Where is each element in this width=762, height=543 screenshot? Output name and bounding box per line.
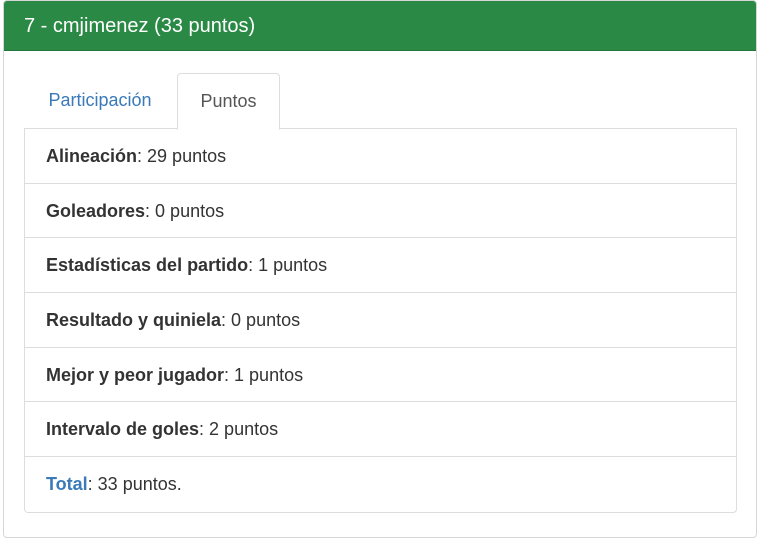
list-item-value: : 1 puntos bbox=[248, 255, 328, 276]
list-item-mejor-peor: Mejor y peor jugador: 1 puntos bbox=[25, 348, 736, 403]
tab-participacion[interactable]: Participación bbox=[24, 73, 176, 129]
list-item-label: Estadísticas del partido bbox=[46, 255, 249, 276]
list-item-alineacion: Alineación: 29 puntos bbox=[25, 129, 736, 184]
list-item-value: : 29 puntos bbox=[137, 146, 227, 166]
list-item-intervalo: Intervalo de goles: 2 puntos bbox=[25, 402, 736, 458]
list-item-value: : 1 puntos bbox=[224, 364, 304, 385]
list-item-total: Total: 33 puntos. bbox=[25, 457, 736, 512]
list-item-label: Intervalo de goles bbox=[46, 419, 200, 440]
list-item-label: Goleadores bbox=[46, 200, 146, 221]
list-item-label: Mejor y peor jugador bbox=[46, 364, 225, 385]
total-link[interactable]: Total bbox=[46, 474, 88, 494]
total-value: : 33 puntos. bbox=[87, 474, 182, 495]
list-item-resultado: Resultado y quiniela: 0 puntos bbox=[25, 293, 736, 348]
list-item-estadisticas: Estadísticas del partido: 1 puntos bbox=[25, 238, 736, 294]
panel-title: 7 - cmjimenez (33 puntos) bbox=[4, 1, 756, 51]
list-item-label: Alineación bbox=[46, 146, 138, 166]
list-item-value: : 2 puntos bbox=[199, 419, 279, 440]
list-item-value: : 0 puntos bbox=[221, 310, 301, 331]
tab-puntos[interactable]: Puntos bbox=[177, 73, 280, 130]
list-item-goleadores: Goleadores: 0 puntos bbox=[25, 184, 736, 239]
tab-bar: Participación Puntos bbox=[24, 73, 737, 130]
list-item-label: Resultado y quiniela bbox=[46, 310, 222, 331]
points-list: Alineación: 29 puntos Goleadores: 0 punt… bbox=[24, 129, 737, 513]
user-points-panel: 7 - cmjimenez (33 puntos) Participación … bbox=[3, 0, 757, 538]
list-item-value: : 0 puntos bbox=[145, 200, 225, 221]
